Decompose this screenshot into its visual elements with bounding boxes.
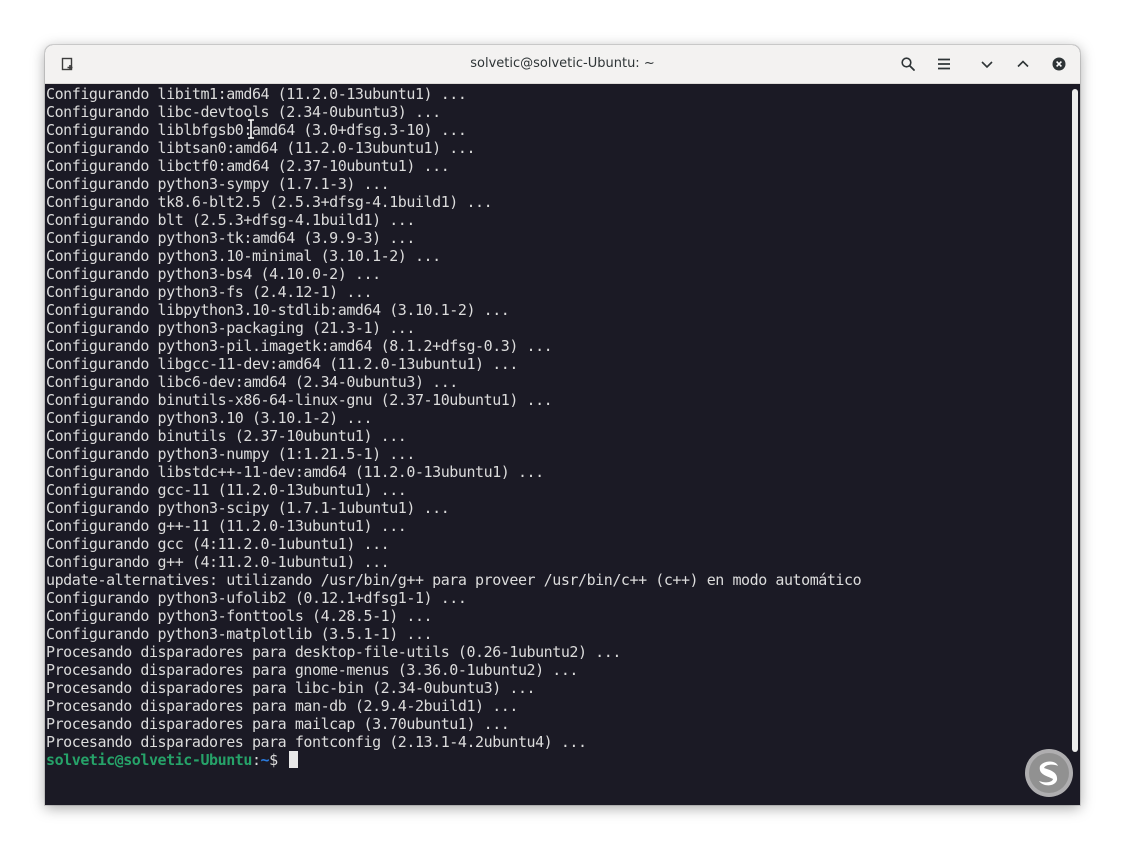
terminal-line: Configurando python3-numpy (1:1.21.5-1) … [46,445,415,463]
chevron-up-icon [1017,60,1029,68]
terminal-cursor [289,751,299,768]
terminal-line: Configurando libstdc++-11-dev:amd64 (11.… [46,463,544,481]
terminal-line: Configurando libc-devtools (2.34-0ubuntu… [46,103,441,121]
terminal-line: Configurando python3-matplotlib (3.5.1-1… [46,625,433,643]
terminal-line: Configurando binutils (2.37-10ubuntu1) .… [46,427,407,445]
terminal-line: Configurando libgcc-11-dev:amd64 (11.2.0… [46,355,518,373]
search-button[interactable] [895,52,921,76]
terminal-line: Configurando libc6-dev:amd64 (2.34-0ubun… [46,373,458,391]
terminal-window: solvetic@solvetic-Ubuntu: ~ Configurando… [45,45,1080,805]
terminal-line: Procesando disparadores para libc-bin (2… [46,679,536,697]
title-bar: solvetic@solvetic-Ubuntu: ~ [45,45,1080,84]
terminal-line: Configurando g++-11 (11.2.0-13ubuntu1) .… [46,517,407,535]
prompt-separator: : [251,751,261,769]
terminal-line: Configurando libpython3.10-stdlib:amd64 … [46,301,510,319]
search-icon [901,57,915,71]
terminal-line: Procesando disparadores para fontconfig … [46,733,587,751]
terminal-line: Configurando libitm1:amd64 (11.2.0-13ubu… [46,85,467,103]
terminal-line: Configurando gcc (4:11.2.0-1ubuntu1) ... [46,535,390,553]
scrollbar-thumb[interactable] [1072,89,1078,752]
terminal-line: Configurando python3-scipy (1.7.1-1ubunt… [46,499,450,517]
terminal-line: Configurando gcc-11 (11.2.0-13ubuntu1) .… [46,481,407,499]
terminal-output: Configurando libitm1:amd64 (11.2.0-13ubu… [46,85,862,769]
chevron-down-icon [981,61,993,69]
terminal-line: Configurando python3-fs (2.4.12-1) ... [46,283,373,301]
close-icon [1052,57,1066,71]
terminal-line: Configurando libctf0:amd64 (2.37-10ubunt… [46,157,450,175]
terminal-line: update-alternatives: utilizando /usr/bin… [46,571,862,589]
window-title: solvetic@solvetic-Ubuntu: ~ [470,56,655,71]
maximize-button[interactable] [1010,52,1036,76]
terminal-line: Configurando binutils-x86-64-linux-gnu (… [46,391,553,409]
prompt-symbol: $ [269,751,287,769]
minimize-button[interactable] [974,52,1000,76]
terminal-line: Configurando python3.10 (3.10.1-2) ... [46,409,373,427]
terminal-line: Configurando python3-fonttools (4.28.5-1… [46,607,433,625]
scrollbar[interactable] [1072,89,1078,800]
terminal-line: Configurando libtsan0:amd64 (11.2.0-13ub… [46,139,476,157]
terminal-line: Configurando python3-tk:amd64 (3.9.9-3) … [46,229,415,247]
terminal-line: Configurando g++ (4:11.2.0-1ubuntu1) ... [46,553,390,571]
hamburger-menu-icon [938,58,950,70]
prompt-line: solvetic@solvetic-Ubuntu:~$ [46,751,861,769]
terminal-line: Configurando tk8.6-blt2.5 (2.5.3+dfsg-4.… [46,193,493,211]
menu-button[interactable] [931,52,957,76]
terminal-line: Configurando python3-pil.imagetk:amd64 (… [46,337,553,355]
terminal-line: Procesando disparadores para mailcap (3.… [46,715,510,733]
terminal-line: Configurando liblbfgsb0:amd64 (3.0+dfsg.… [46,121,467,139]
prompt-path: ~ [260,751,270,769]
solvetic-logo-icon [1025,749,1073,797]
terminal-area[interactable]: Configurando libitm1:amd64 (11.2.0-13ubu… [45,84,1080,805]
text-cursor-icon [248,119,254,139]
terminal-line: Configurando python3-ufolib2 (0.12.1+dfs… [46,589,467,607]
terminal-line: Configurando python3-bs4 (4.10.0-2) ... [46,265,381,283]
close-button[interactable] [1046,52,1072,76]
terminal-line: Configurando blt (2.5.3+dfsg-4.1build1) … [46,211,415,229]
terminal-line: Procesando disparadores para desktop-fil… [46,643,621,661]
terminal-line: Configurando python3.10-minimal (3.10.1-… [46,247,441,265]
prompt-user-host: solvetic@solvetic-Ubuntu [46,751,252,769]
terminal-line: Procesando disparadores para gnome-menus… [46,661,579,679]
terminal-line: Procesando disparadores para man-db (2.9… [46,697,518,715]
terminal-line: Configurando python3-packaging (21.3-1) … [46,319,415,337]
terminal-line: Configurando python3-sympy (1.7.1-3) ... [46,175,390,193]
